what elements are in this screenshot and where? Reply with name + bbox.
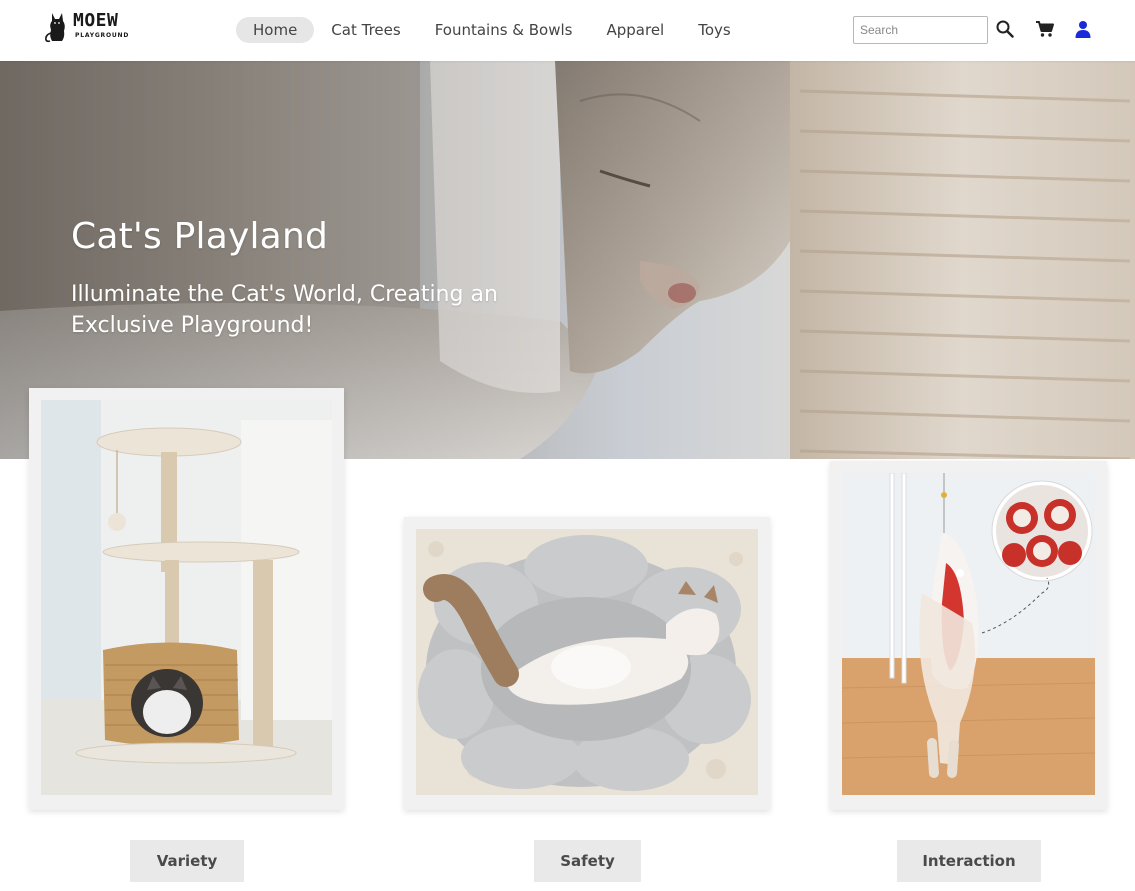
- variety-button[interactable]: Variety: [130, 840, 244, 882]
- nav-cat-trees[interactable]: Cat Trees: [314, 17, 417, 43]
- search-icon[interactable]: [994, 18, 1016, 40]
- search-input[interactable]: [853, 16, 988, 44]
- brand-logo[interactable]: MOEW PLAYGROUND: [44, 11, 140, 43]
- feature-card-safety[interactable]: [404, 517, 770, 810]
- cart-icon[interactable]: [1034, 18, 1056, 40]
- nav-apparel[interactable]: Apparel: [590, 17, 682, 43]
- main-nav: Home Cat Trees Fountains & Bowls Apparel…: [236, 17, 748, 43]
- safety-button[interactable]: Safety: [534, 840, 641, 882]
- brand-name: MOEW: [73, 10, 119, 31]
- hero-title: Cat's Playland: [71, 216, 329, 257]
- user-icon[interactable]: [1072, 18, 1094, 40]
- hero-subtitle: Illuminate the Cat's World, Creating an …: [71, 282, 498, 338]
- nav-toys[interactable]: Toys: [681, 17, 747, 43]
- interaction-button[interactable]: Interaction: [897, 840, 1041, 882]
- nav-home[interactable]: Home: [236, 17, 315, 43]
- nav-fountains-bowls[interactable]: Fountains & Bowls: [418, 17, 590, 43]
- cat-logo-icon: [45, 13, 65, 43]
- cat-bed-photo: [416, 529, 758, 795]
- cat-toy-photo: [842, 473, 1095, 795]
- feature-card-interaction[interactable]: [830, 461, 1107, 810]
- brand-tagline: PLAYGROUND: [75, 32, 130, 39]
- site-header: MOEW PLAYGROUND Home Cat Trees Fountains…: [0, 0, 1135, 61]
- cat-tree-photo: [41, 400, 332, 795]
- feature-card-variety[interactable]: [29, 388, 344, 810]
